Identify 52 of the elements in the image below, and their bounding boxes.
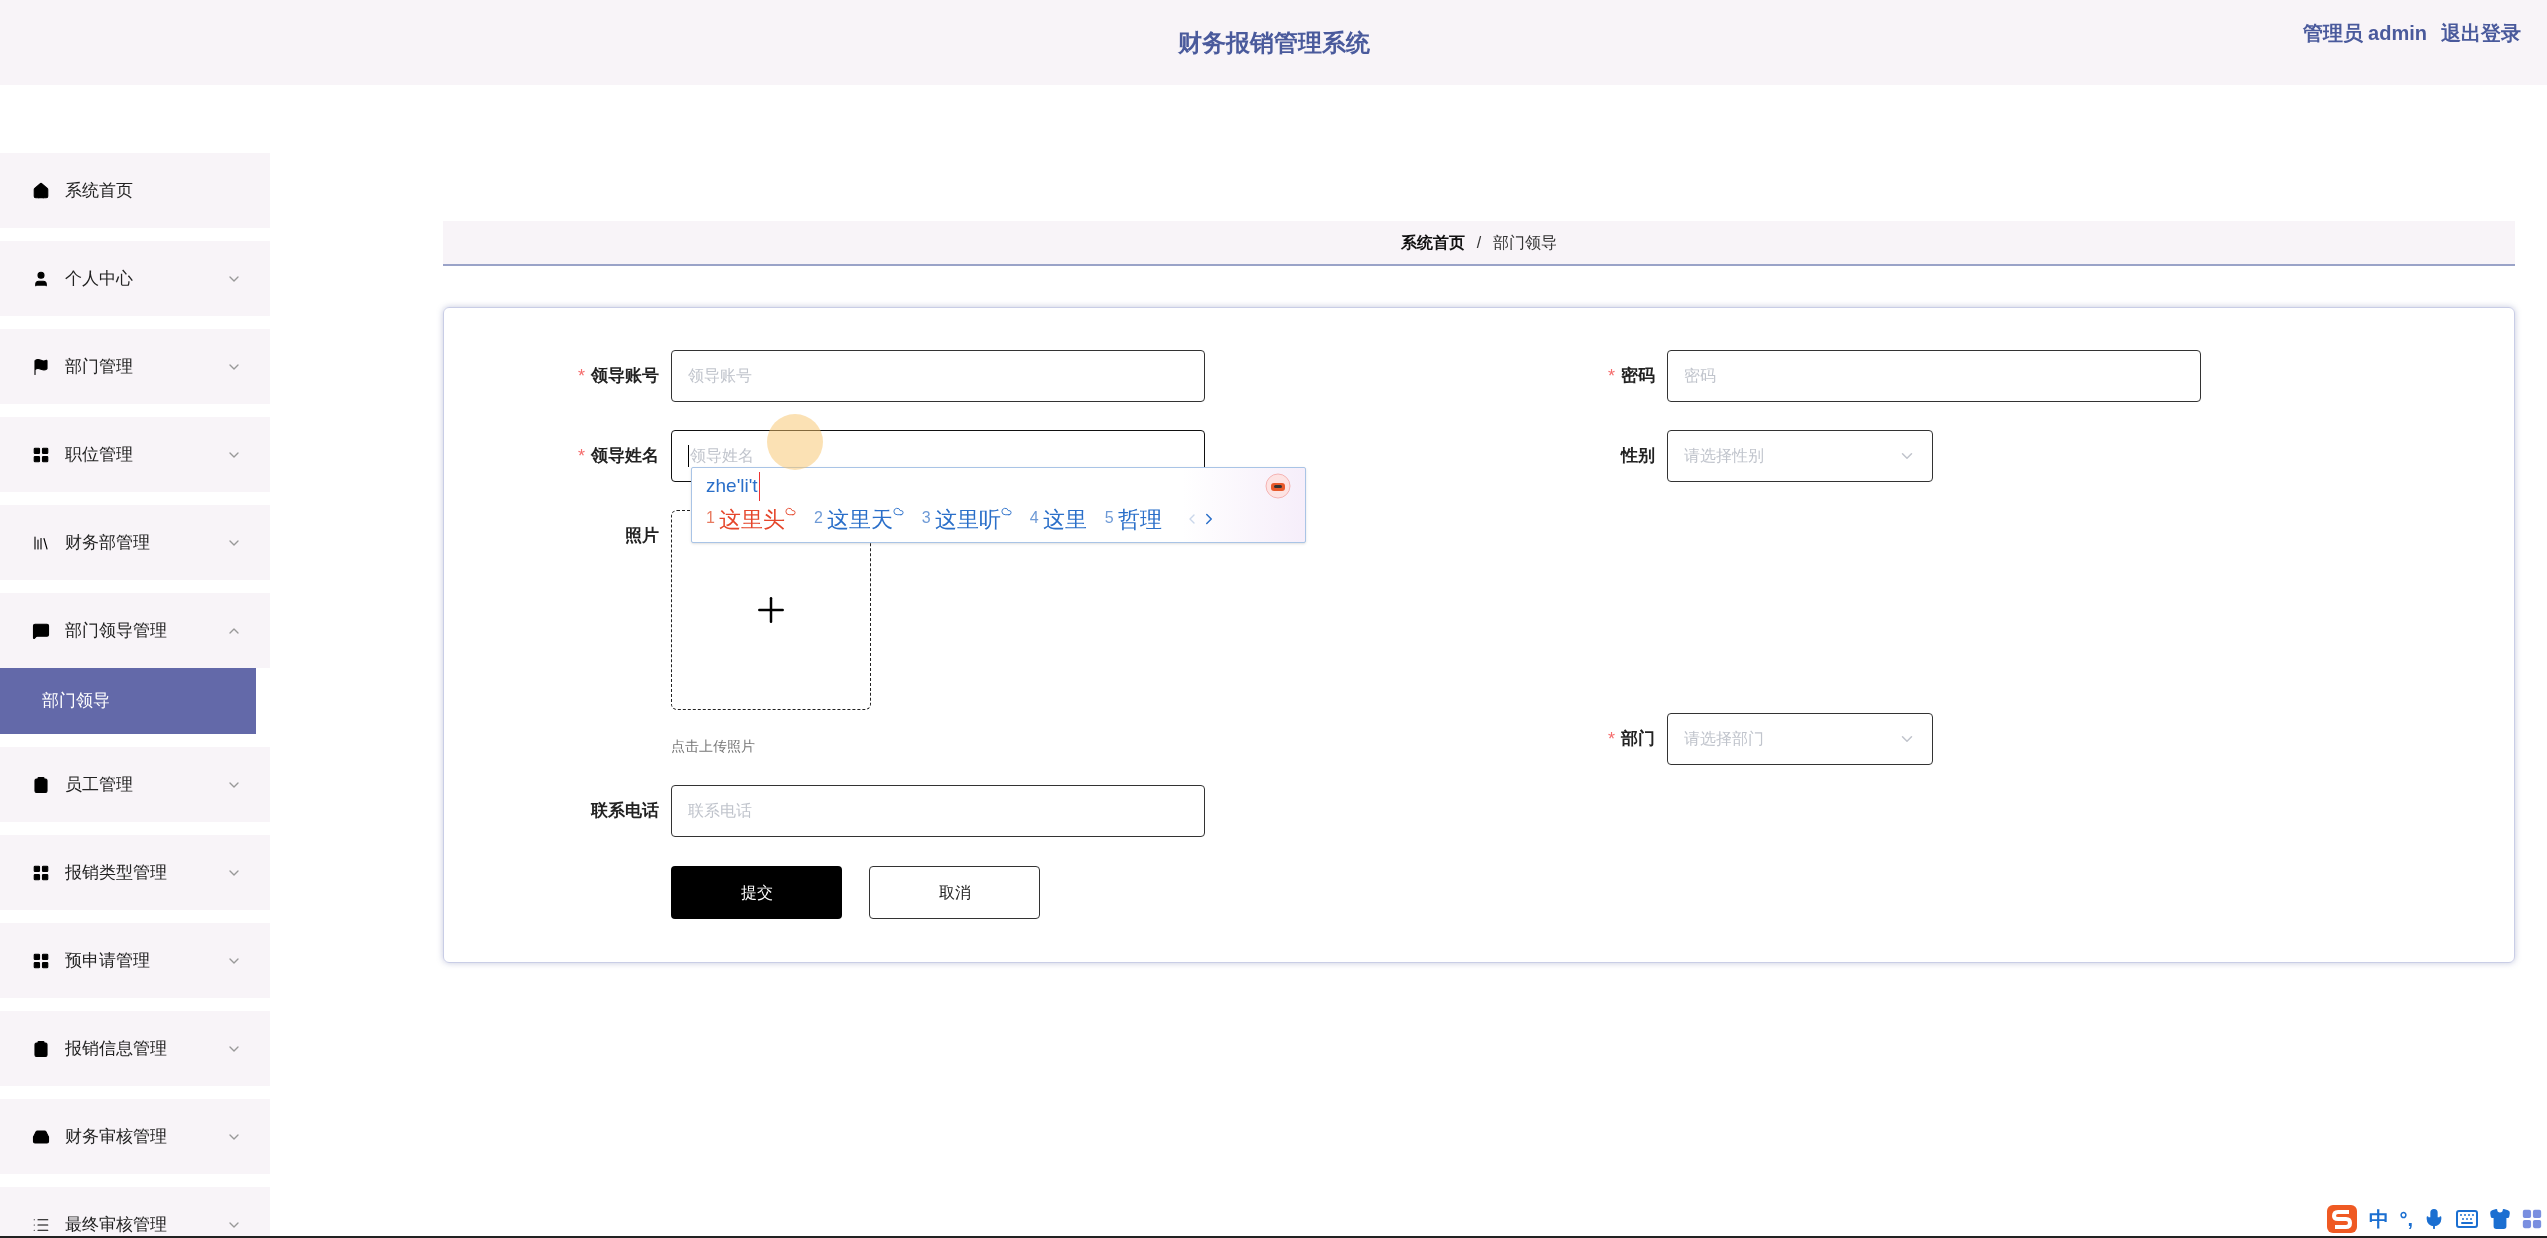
submenu-item[interactable]: 部门领导 (0, 668, 256, 734)
field-label: 密码 (1621, 365, 1655, 388)
required-mark: * (1608, 364, 1615, 388)
shirt-icon[interactable] (2489, 1208, 2511, 1230)
sidebar-item[interactable]: 个人中心 (0, 241, 270, 316)
field-label: 照片 (625, 525, 659, 548)
grid-icon[interactable] (2521, 1208, 2543, 1230)
sidebar-item[interactable]: 报销类型管理 (0, 835, 270, 910)
home-icon (32, 181, 50, 200)
grid-icon (32, 863, 50, 882)
chat-icon (32, 621, 50, 640)
app-title: 财务报销管理系统 (1177, 27, 1370, 58)
cloud-icon (1000, 505, 1012, 517)
submit-button[interactable]: 提交 (671, 866, 842, 919)
field-label: 联系电话 (591, 800, 659, 823)
breadcrumb-item[interactable]: 系统首页 (1400, 230, 1465, 255)
field-label: 部门 (1621, 728, 1655, 751)
mascot-icon (1265, 473, 1291, 500)
ime-logo-icon[interactable] (2325, 1203, 2360, 1235)
cursor-highlight (767, 414, 823, 470)
breadcrumb-separator: / (1476, 232, 1482, 253)
logout-link[interactable]: 退出登录 (2441, 18, 2521, 48)
flag-icon (32, 357, 50, 376)
punctuation-mode[interactable]: °, (2399, 1204, 2413, 1234)
required-mark: * (578, 444, 585, 468)
sidebar-item[interactable]: 职位管理 (0, 417, 270, 492)
grid-icon (32, 445, 50, 464)
ime-composition: zhe'li't (706, 472, 760, 501)
cancel-button[interactable]: 取消 (869, 866, 1040, 919)
cloud-icon (784, 505, 796, 517)
grid-icon (32, 951, 50, 970)
user-icon (32, 269, 50, 288)
sidebar-item[interactable]: 报销信息管理 (0, 1011, 270, 1086)
admin-user: 管理员 admin (2302, 21, 2427, 46)
keyboard-icon[interactable] (2455, 1207, 2479, 1231)
sidebar-item[interactable]: 部门领导管理 (0, 593, 270, 668)
breadcrumb-item: 部门领导 (1493, 232, 1558, 253)
sidebar-item[interactable]: 部门管理 (0, 329, 270, 404)
sidebar-item[interactable]: 最终审核管理 (0, 1187, 270, 1238)
field-label: 性别 (1621, 445, 1655, 468)
sidebar-item[interactable]: 财务部管理 (0, 505, 270, 580)
upload-hint: 点击上传照片 (671, 737, 756, 756)
ime-mode[interactable]: 中 (2369, 1204, 2390, 1234)
required-mark: * (578, 364, 585, 388)
field-label: 领导账号 (591, 365, 659, 388)
field-label: 领导姓名 (591, 445, 659, 468)
sidebar-item[interactable]: 财务审核管理 (0, 1099, 270, 1174)
sidebar-item[interactable]: 系统首页 (0, 153, 270, 228)
sidebar-item[interactable]: 预申请管理 (0, 923, 270, 998)
cloud-icon (892, 505, 904, 517)
sidebar-item[interactable]: 员工管理 (0, 747, 270, 822)
required-mark: * (1608, 727, 1615, 751)
